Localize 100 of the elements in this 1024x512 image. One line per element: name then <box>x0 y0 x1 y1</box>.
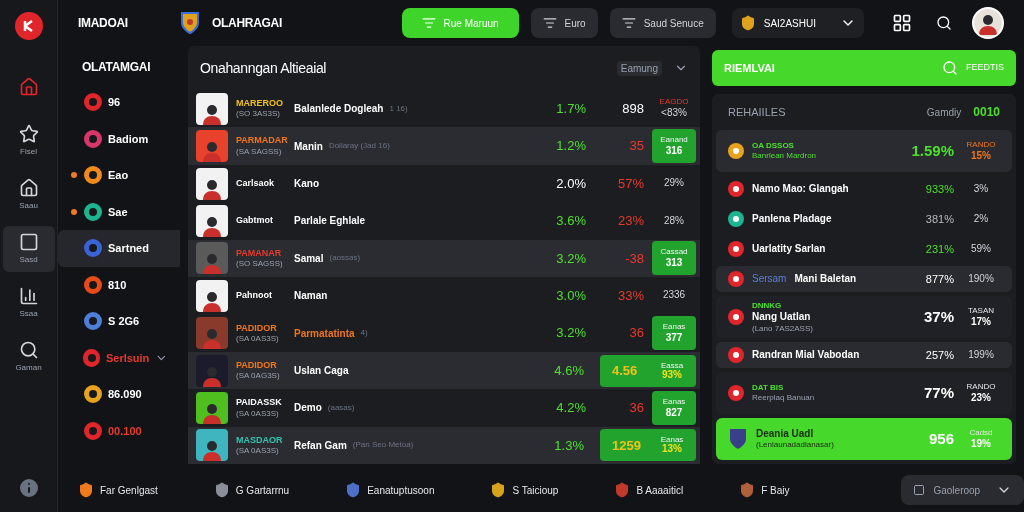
footer-item[interactable]: F Baiy <box>739 482 790 498</box>
odds-change: 2336 <box>662 289 686 302</box>
result-row[interactable]: DNNKG Nang Uatlan (Lano 7AS2ASS) 37% TASAN 17% <box>716 296 1012 339</box>
player-code: (SA 0AS3S) <box>236 333 280 344</box>
side-value: 3% <box>973 182 989 196</box>
button-icon <box>421 16 436 30</box>
result-detail: Reerplaq Banuan <box>752 393 816 404</box>
table-row[interactable]: PAMANAR (SO SAGSS) Samal (aossas) 3.2% -38 Cassad 313 <box>188 239 700 278</box>
percent-value: 1.3% <box>553 436 584 455</box>
result-row[interactable]: Uarlatity Sarlan 231% 59% <box>716 236 1012 263</box>
sidebar-item[interactable]: 810 <box>58 266 180 303</box>
result-tag: DNNKG <box>752 301 916 312</box>
percent-value: 3.0% <box>555 287 586 305</box>
rail-item[interactable]: Fisel <box>2 118 55 164</box>
sidebar-item[interactable]: S 2G6 <box>58 303 180 340</box>
sidebar-item[interactable]: Serlsuin <box>58 339 180 376</box>
side-value: 199% <box>968 349 994 362</box>
league-title: OLAHRAGAI <box>212 15 282 32</box>
footer-dropdown[interactable]: Gaoleroop <box>901 475 1024 505</box>
percent-value: 3.6% <box>555 212 586 231</box>
result-row[interactable]: Sersam Mani Baletan 877% 190% <box>716 266 1012 293</box>
note-text: (Pan Seo Metoa) <box>352 439 414 452</box>
result-name: Panlena Pladage <box>752 212 832 226</box>
result-percent: 956 <box>928 428 954 449</box>
player-tag: MASDAOR <box>236 434 286 446</box>
result-row[interactable]: Randran Mial Vabodan 257% 199% <box>716 342 1012 369</box>
sidebar-label: Sae <box>108 204 128 220</box>
footer-item[interactable]: G Gartarrnu <box>213 482 290 498</box>
footer-item[interactable]: Eanatuptusoon <box>345 482 435 498</box>
sidebar-label: 96 <box>108 95 121 110</box>
button-icon <box>542 16 557 30</box>
sidebar-item[interactable]: 86.090 <box>58 376 180 413</box>
account-dropdown[interactable]: SAI2ASHUI <box>731 8 864 38</box>
rail-item[interactable]: Sasd <box>2 226 55 272</box>
brand-title: IMADOAI <box>78 15 129 32</box>
result-percent: 877% <box>925 272 954 288</box>
result-detail: Banrlean Mardron <box>752 150 818 161</box>
sidebar-label: Sartned <box>108 241 149 256</box>
player-code: (SA 0AS3S) <box>236 446 280 456</box>
result-row[interactable]: OA DSSOS Banrlean Mardron 1.59% RANDO 15% <box>716 130 1012 172</box>
result-row[interactable]: Namo Mao: Glangah 933% 3% <box>716 175 1012 202</box>
result-row[interactable]: Deania Uadl (Leniaunadadianasar) 956 Cadsd 19% <box>716 418 1012 460</box>
sidebar-item[interactable]: 96 <box>58 84 180 121</box>
side-label: RANDO <box>966 382 996 392</box>
player-tag: PADIDOR <box>236 322 286 334</box>
result-percent: 381% <box>925 211 954 227</box>
rail-item[interactable]: Ssaa <box>2 280 55 326</box>
percent-value: 3.2% <box>555 249 586 268</box>
result-row[interactable]: DAT BIS Reerplaq Banuan 77% RANDO 23% <box>716 372 1012 415</box>
player-name: Kano <box>294 177 319 191</box>
sidebar-item[interactable]: Eao <box>58 157 180 194</box>
player-tag: Carlsaok <box>236 177 286 190</box>
result-prefix: Sersam <box>752 273 787 286</box>
player-tag: MAREROO <box>236 98 286 110</box>
odds-value: 57% <box>616 174 644 193</box>
odds-value: 35 <box>628 137 644 156</box>
sidebar-label: S 2G6 <box>108 314 140 329</box>
odds-value: 36 <box>628 399 644 418</box>
rail-icon <box>18 286 39 306</box>
sidebar-item[interactable]: Sae <box>58 193 180 230</box>
header-button[interactable]: Saud Senuce <box>609 8 716 38</box>
side-value: 59% <box>971 242 991 256</box>
note-text: (aossas) <box>329 252 361 265</box>
result-name: Mani Baletan <box>794 273 857 286</box>
percent-value: 2.0% <box>555 174 586 193</box>
footer-item[interactable]: Far Genlgast <box>78 482 158 498</box>
sidebar-item[interactable]: Sartned <box>58 230 180 267</box>
rail-icon <box>18 77 39 97</box>
side-value: 19% <box>971 437 991 451</box>
rail-item[interactable]: Gaman <box>2 334 55 380</box>
player-code: (SO 3AS3S) <box>236 109 281 120</box>
result-row[interactable]: Panlena Pladage 381% 2% <box>716 205 1012 233</box>
result-percent: 1.59% <box>911 140 954 161</box>
result-name: Uarlatity Sarlan <box>752 242 826 256</box>
footer-item[interactable]: B Aaaaiticl <box>614 482 684 498</box>
player-name: Demo <box>294 401 322 416</box>
app-logo-icon[interactable] <box>14 12 43 40</box>
table-row[interactable]: MASDAOR (SA 0AS3S) Refan Gam (Pan Seo Metoa) 1.3% 1259 Eanas 13% <box>188 426 700 465</box>
header-button[interactable]: Euro <box>530 8 598 38</box>
grid-menu-icon[interactable] <box>892 13 912 33</box>
player-name: Parmatatinta <box>294 326 355 341</box>
result-name: Namo Mao: Glangah <box>752 182 849 196</box>
result-percent: 37% <box>923 307 954 328</box>
table-row[interactable]: PADIDOR (SA 0AG3S) Uslan Caga 4.6% 4.56 Eassa 93% <box>188 351 700 390</box>
table-title: Onahanngan Altieaial <box>200 58 327 78</box>
result-percent: 231% <box>925 241 954 257</box>
sidebar-label: 810 <box>108 277 127 293</box>
avatar-photo-placeholder[interactable] <box>972 7 1004 39</box>
result-percent: 933% <box>925 181 954 197</box>
side-value: 2% <box>973 212 989 226</box>
footer-item[interactable]: S Taicioup <box>490 482 559 498</box>
result-percent: 77% <box>923 383 954 403</box>
sidebar-item[interactable]: 00.100 <box>58 412 180 449</box>
result-name: Nang Uatlan <box>752 311 811 324</box>
rail-item[interactable]: Saau <box>2 172 55 218</box>
sidebar-item[interactable]: Badiom <box>58 120 180 157</box>
search-icon[interactable] <box>936 15 952 31</box>
side-label: RANDO <box>966 139 996 150</box>
percent-value: 4.2% <box>555 399 586 418</box>
crest-icon <box>180 11 200 35</box>
